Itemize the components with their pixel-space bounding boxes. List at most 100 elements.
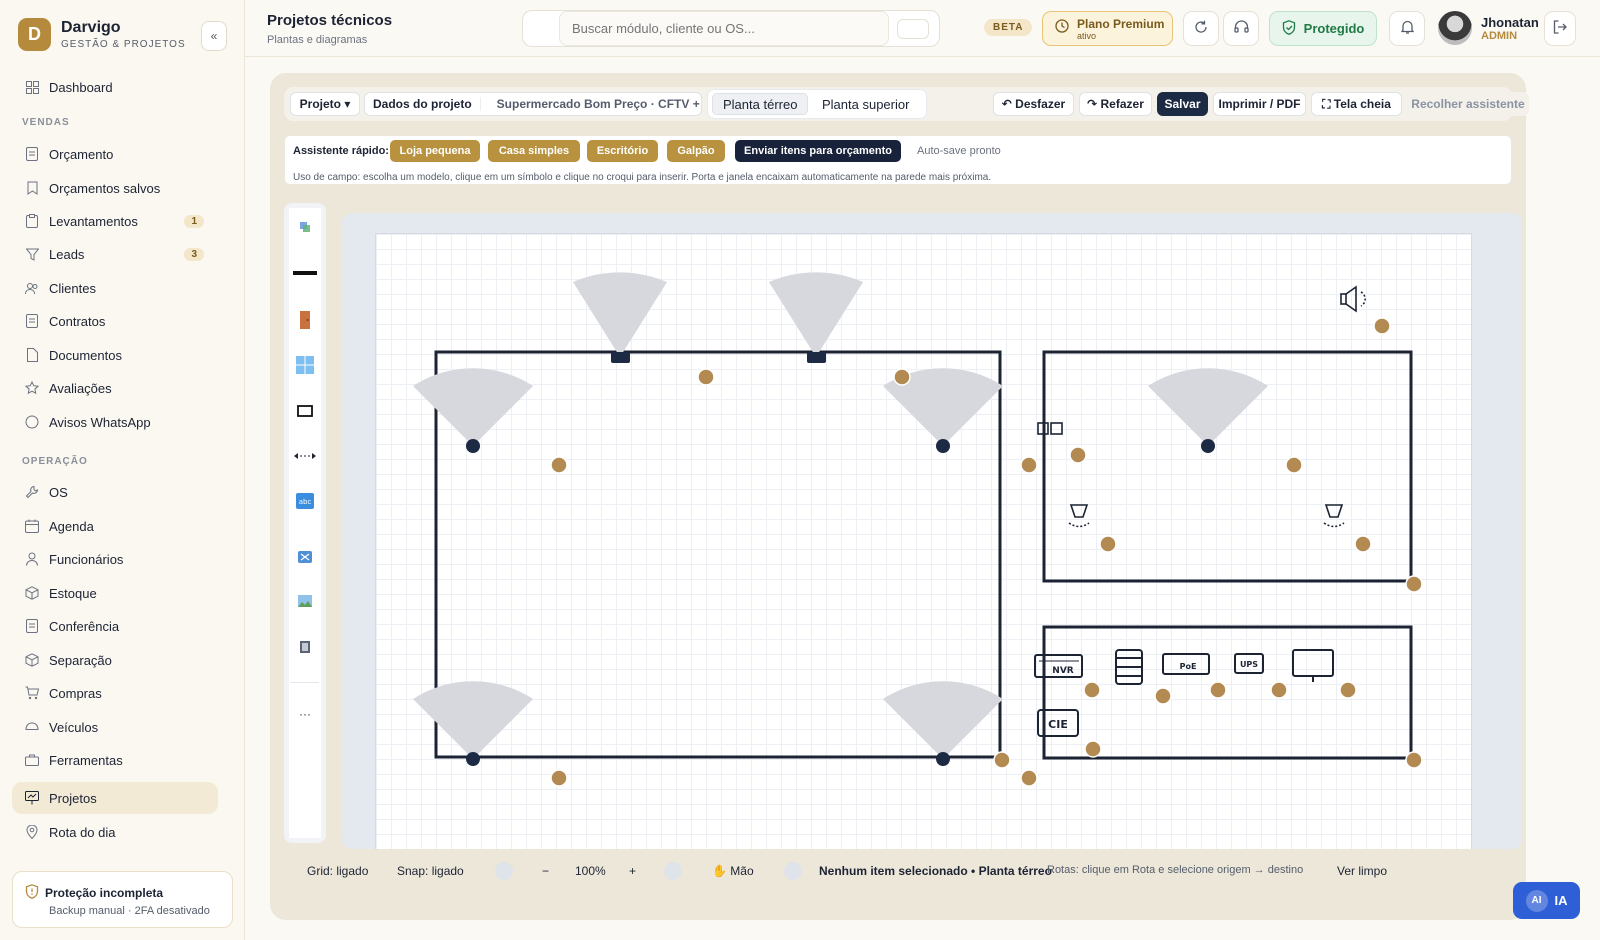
count-badge: 1 [184,214,204,228]
sidebar-item-label: Dashboard [49,79,113,95]
sidebar-item-separacao[interactable]: Separação [12,644,218,676]
speaker-icon [1340,285,1366,313]
camera-fov [413,681,533,759]
sidebar-item-avisos-whatsapp[interactable]: Avisos WhatsApp [12,406,218,438]
redo-button[interactable]: ↷ Refazer [1079,92,1152,116]
selection-status: Nenhum item selecionado • Planta térreo [819,864,1052,878]
sidebar-item-estoque[interactable]: Estoque [12,577,218,609]
camera-dome [936,752,950,766]
camera-dome [466,752,480,766]
sidebar-item-label: Avisos WhatsApp [49,414,151,430]
count-badge: 3 [184,247,204,261]
layers-tool-icon[interactable] [289,213,321,241]
toggle-dot[interactable] [495,862,513,880]
sidebar-item-agenda[interactable]: Agenda [12,510,218,542]
sidebar-item-orcamentos-salvos[interactable]: Orçamentos salvos [12,172,218,204]
sidebar-item-label: Compras [49,685,102,701]
camera-bullet [807,352,826,363]
bookmark-icon [25,181,39,195]
preset-loja-pequena[interactable]: Loja pequena [390,140,480,162]
sidebar-item-label: Orçamento [49,146,114,162]
tab-planta-terreo[interactable]: Planta térreo [712,93,809,115]
sidebar-item-rota-do-dia[interactable]: Rota do dia [12,816,218,848]
notifications-button[interactable] [1389,11,1425,46]
page-title: Projetos técnicos [267,12,393,29]
grid-toggle[interactable]: Grid: ligado [307,864,368,878]
save-button[interactable]: Salvar [1157,92,1208,116]
avatar[interactable] [1438,11,1472,45]
poe-switch-icon: PoE [1162,653,1210,675]
clean-view-button[interactable]: Ver limpo [1337,864,1387,878]
file-icon [25,348,39,362]
toggle-dot[interactable] [784,862,802,880]
sidebar-item-clientes[interactable]: Clientes [12,272,218,304]
floor-plan-canvas[interactable]: NVR PoE UPS CIE [375,233,1472,849]
image-tool-icon[interactable] [289,587,321,615]
sidebar-item-avaliacoes[interactable]: Avaliações [12,372,218,404]
preset-casa-simples[interactable]: Casa simples [488,140,580,162]
more-tools-icon[interactable]: ··· [289,700,321,728]
project-data-field[interactable]: Dados do projeto Supermercado Bom Preço … [364,92,702,116]
sidebar: D Darvigo GESTÃO & PROJETOS « Dashboard … [0,0,245,940]
tab-planta-superior[interactable]: Planta superior [812,93,919,115]
protection-warning-card[interactable]: Proteção incompleta Backup manual · 2FA … [12,871,233,928]
print-pdf-button[interactable]: Imprimir / PDF [1213,92,1306,116]
sidebar-item-compras[interactable]: Compras [12,677,218,709]
window-tool-icon[interactable] [289,351,321,379]
sidebar-item-conferencia[interactable]: Conferência [12,610,218,642]
sidebar-item-documentos[interactable]: Documentos [12,339,218,371]
collapse-sidebar-button[interactable]: « [201,21,227,51]
snap-toggle[interactable]: Snap: ligado [397,864,464,878]
zoom-out-button[interactable]: − [542,864,549,878]
sidebar-item-veiculos[interactable]: Veículos [12,711,218,743]
send-to-quote-button[interactable]: Enviar itens para orçamento [735,140,901,162]
rectangle-tool-icon[interactable] [289,397,321,425]
search-box [522,10,940,47]
sidebar-item-dashboard[interactable]: Dashboard [12,71,218,103]
fullscreen-button[interactable]: ⛶ Tela cheia [1311,92,1402,116]
film-tool-icon[interactable] [289,633,321,661]
undo-button[interactable]: ↶ Desfazer [993,92,1074,116]
sidebar-item-ferramentas[interactable]: Ferramentas [12,744,218,776]
protection-title: Proteção incompleta [45,886,164,900]
toggle-dot[interactable] [664,862,682,880]
sidebar-item-label: Levantamentos [49,213,138,229]
project-workspace: Projeto ▾ Dados do projeto Supermercado … [270,73,1529,920]
door-tool-icon[interactable] [289,306,321,334]
preset-galpao[interactable]: Galpão [667,140,725,162]
ai-assistant-button[interactable]: AI IA [1513,882,1580,919]
sidebar-item-funcionarios[interactable]: Funcionários [12,543,218,575]
sidebar-item-label: Agenda [49,518,94,534]
server-icon [1115,649,1143,685]
project-menu-button[interactable]: Projeto ▾ [290,92,360,116]
document-icon [25,314,39,328]
preset-escritorio[interactable]: Escritório [587,140,658,162]
sidebar-item-label: Clientes [49,280,96,296]
sidebar-item-projetos[interactable]: Projetos [12,782,218,814]
support-button[interactable] [1223,11,1259,46]
refresh-icon [1194,20,1208,37]
shuffle-tool-icon[interactable] [289,543,321,571]
brand[interactable]: D Darvigo GESTÃO & PROJETOS [18,18,186,51]
security-status-button[interactable]: Protegido [1269,11,1377,46]
sidebar-item-orcamento[interactable]: Orçamento [12,138,218,170]
clipboard-icon [25,214,39,228]
quick-assistant-panel: Assistente rápido: Loja pequena Casa sim… [284,135,1512,185]
wall-tool-icon[interactable] [289,259,321,287]
text-tool-icon[interactable]: abc [289,487,321,515]
presentation-icon [25,791,39,805]
sidebar-item-label: Funcionários [49,551,124,567]
sidebar-item-os[interactable]: OS [12,476,218,508]
collapse-assistant-button[interactable]: Recolher assistente [1407,92,1529,116]
refresh-button[interactable] [1183,11,1219,46]
hand-tool-button[interactable]: ✋ Mão [712,864,754,878]
search-input[interactable] [559,11,889,46]
measure-tool-icon[interactable] [289,442,321,470]
sidebar-item-leads[interactable]: Leads 3 [12,238,218,270]
sidebar-item-levantamentos[interactable]: Levantamentos 1 [12,205,218,237]
sidebar-item-label: Veículos [49,719,99,735]
premium-plan-button[interactable]: Plano Premium ativo [1042,11,1173,46]
logout-button[interactable] [1544,11,1576,46]
zoom-in-button[interactable]: + [629,864,636,878]
sidebar-item-contratos[interactable]: Contratos [12,305,218,337]
